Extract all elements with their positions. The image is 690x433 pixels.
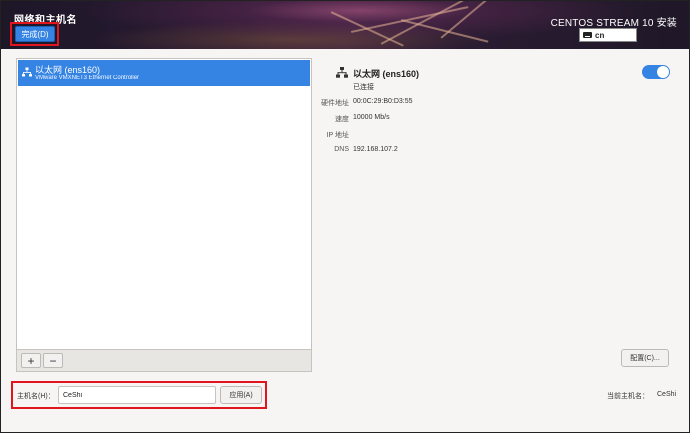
device-list-item[interactable]: 以太网 (ens160) VMware VMXNET3 Ethernet Con… — [18, 60, 310, 86]
device-list-toolbar: + − — [16, 350, 312, 372]
ip-address-label: IP 地址 — [326, 132, 349, 139]
hardware-address-label: 硬件地址 — [321, 100, 349, 107]
speed-label: 速度 — [335, 116, 349, 123]
hardware-address-value: 00:0C:29:B0:D3:55 — [353, 98, 413, 105]
connection-status: 已连接 — [353, 84, 374, 91]
done-highlight-box — [10, 22, 59, 46]
toggle-knob — [657, 66, 669, 78]
current-hostname-label: 当前主机名： — [607, 393, 649, 400]
dns-label: DNS — [334, 146, 349, 153]
installer-window: 网络和主机名 完成(D) CENTOS STREAM 10 安装 cn 以太网 … — [0, 0, 690, 433]
detail-device-name: 以太网 (ens160) — [353, 69, 420, 79]
speed-value: 10000 Mb/s — [353, 114, 390, 121]
remove-device-button[interactable]: − — [43, 353, 63, 368]
add-device-button[interactable]: + — [21, 353, 41, 368]
network-wired-icon — [336, 67, 348, 78]
keyboard-layout-label: cn — [595, 30, 605, 40]
connection-toggle[interactable] — [642, 65, 670, 79]
keyboard-icon — [583, 32, 592, 38]
network-wired-icon — [22, 67, 32, 77]
device-list: 以太网 (ens160) VMware VMXNET3 Ethernet Con… — [16, 58, 312, 350]
device-description: VMware VMXNET3 Ethernet Controller — [35, 75, 140, 81]
install-title: CENTOS STREAM 10 安装 — [550, 18, 677, 29]
dns-value: 192.168.107.2 — [353, 146, 398, 153]
current-hostname-value: CeShi — [657, 391, 677, 398]
keyboard-layout-indicator[interactable]: cn — [579, 28, 637, 42]
hostname-highlight-box — [11, 381, 267, 409]
configure-button[interactable]: 配置(C)... — [621, 349, 669, 367]
